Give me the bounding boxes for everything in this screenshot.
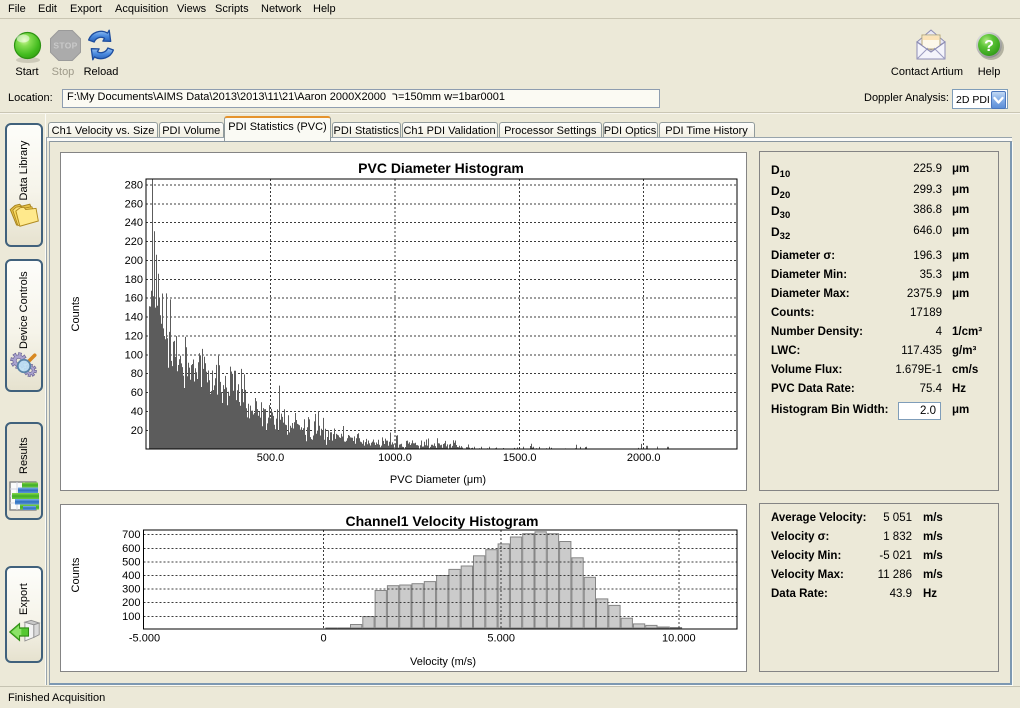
svg-text:140: 140 xyxy=(125,312,143,324)
svg-text:Counts: Counts xyxy=(70,557,82,592)
svg-text:120: 120 xyxy=(125,331,143,343)
svg-text:40: 40 xyxy=(131,406,143,418)
svg-text:160: 160 xyxy=(125,293,143,305)
svg-text:2000.0: 2000.0 xyxy=(627,452,661,464)
svg-text:240: 240 xyxy=(125,217,143,229)
svg-text:10.000: 10.000 xyxy=(662,633,696,645)
svg-text:PVC Diameter Histogram: PVC Diameter Histogram xyxy=(358,160,524,176)
svg-text:500.0: 500.0 xyxy=(257,452,285,464)
svg-text:700: 700 xyxy=(122,529,140,541)
svg-text:300: 300 xyxy=(122,584,140,596)
svg-text:Velocity (m/s): Velocity (m/s) xyxy=(410,656,476,668)
svg-text:600: 600 xyxy=(122,543,140,555)
svg-text:PVC Diameter (μm): PVC Diameter (μm) xyxy=(390,474,486,486)
svg-text:5.000: 5.000 xyxy=(487,633,515,645)
svg-text:?: ? xyxy=(984,38,994,55)
svg-text:0: 0 xyxy=(321,633,327,645)
svg-text:400: 400 xyxy=(122,570,140,582)
svg-text:200: 200 xyxy=(125,255,143,267)
svg-text:1500.0: 1500.0 xyxy=(503,452,537,464)
svg-text:260: 260 xyxy=(125,198,143,210)
svg-text:STOP: STOP xyxy=(53,41,77,51)
svg-text:60: 60 xyxy=(131,387,143,399)
svg-text:100: 100 xyxy=(122,611,140,623)
svg-text:280: 280 xyxy=(125,180,143,192)
svg-text:100: 100 xyxy=(125,349,143,361)
svg-text:200: 200 xyxy=(122,597,140,609)
svg-text:-5.000: -5.000 xyxy=(129,633,160,645)
svg-text:Channel1 Velocity Histogram: Channel1 Velocity Histogram xyxy=(346,513,539,529)
svg-text:Counts: Counts xyxy=(70,296,82,331)
svg-text:80: 80 xyxy=(131,368,143,380)
svg-text:500: 500 xyxy=(122,556,140,568)
svg-text:180: 180 xyxy=(125,274,143,286)
svg-text:20: 20 xyxy=(131,425,143,437)
svg-text:1000.0: 1000.0 xyxy=(378,452,412,464)
svg-text:220: 220 xyxy=(125,236,143,248)
